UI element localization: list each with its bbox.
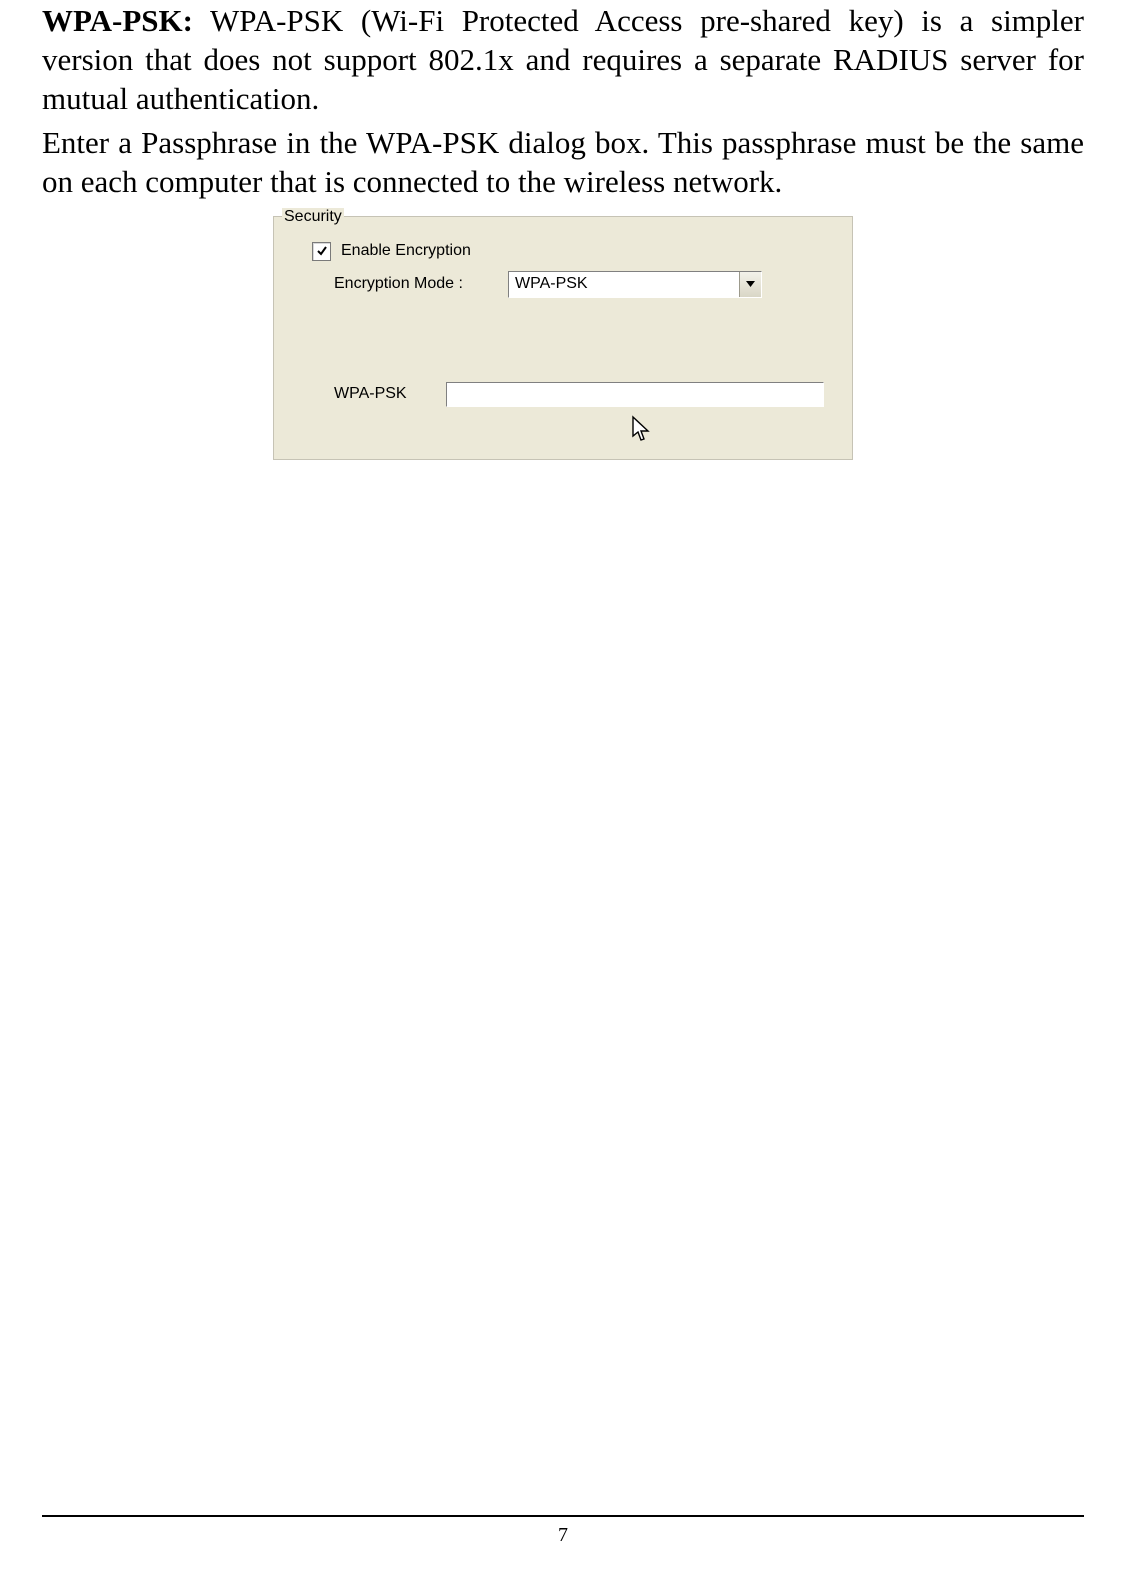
page-number: 7 bbox=[0, 1524, 1126, 1547]
encryption-mode-dropdown-button[interactable] bbox=[739, 272, 761, 297]
wpa-psk-input[interactable] bbox=[446, 382, 824, 407]
security-groupbox: Security Enable Encryption Encryption Mo… bbox=[273, 208, 853, 460]
encryption-mode-value[interactable] bbox=[509, 272, 739, 297]
paragraph-wpapsk-definition: WPA-PSK: WPA-PSK (Wi-Fi Protected Access… bbox=[42, 0, 1084, 118]
wpapsk-definition-text: WPA-PSK (Wi-Fi Protected Access pre-shar… bbox=[42, 3, 1084, 116]
chevron-down-icon bbox=[746, 281, 755, 287]
wpapsk-heading: WPA-PSK: bbox=[42, 3, 193, 38]
encryption-mode-label: Encryption Mode : bbox=[334, 275, 508, 293]
footer-divider bbox=[42, 1515, 1084, 1517]
security-groupbox-title: Security bbox=[282, 208, 344, 226]
paragraph-passphrase-instruction: Enter a Passphrase in the WPA-PSK dialog… bbox=[42, 124, 1084, 202]
wpa-psk-label: WPA-PSK bbox=[334, 385, 446, 403]
security-dialog-screenshot: Security Enable Encryption Encryption Mo… bbox=[273, 208, 853, 460]
checkmark-icon bbox=[316, 245, 328, 257]
encryption-mode-combobox[interactable] bbox=[508, 271, 762, 298]
encryption-mode-row: Encryption Mode : bbox=[334, 271, 844, 298]
enable-encryption-checkbox[interactable] bbox=[312, 242, 331, 261]
enable-encryption-row: Enable Encryption bbox=[312, 242, 844, 261]
wpa-psk-row: WPA-PSK bbox=[334, 382, 844, 407]
mouse-cursor-icon bbox=[630, 415, 652, 445]
enable-encryption-label: Enable Encryption bbox=[341, 242, 471, 260]
